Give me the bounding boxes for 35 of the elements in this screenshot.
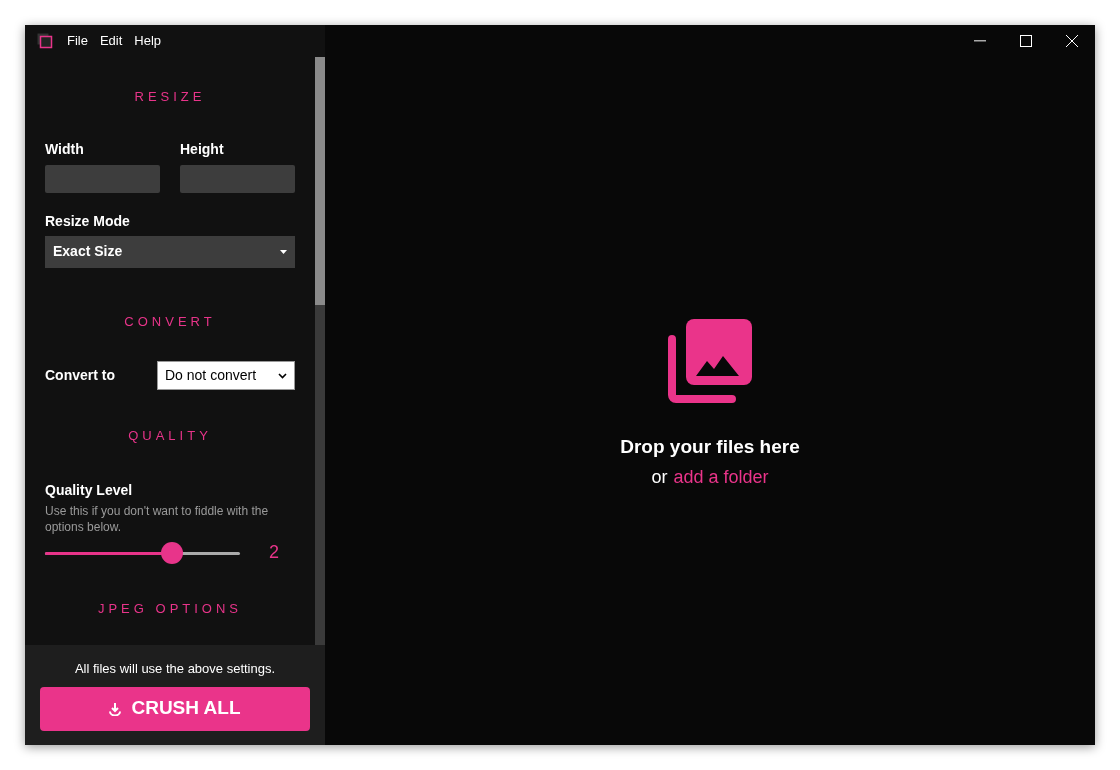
section-heading: CONVERT bbox=[123, 312, 217, 331]
field-label: Convert to bbox=[45, 366, 115, 385]
minimize-icon[interactable] bbox=[974, 40, 986, 42]
menu-item[interactable]: File bbox=[67, 31, 88, 51]
field-label: Height bbox=[180, 139, 225, 159]
slider-thumb[interactable] bbox=[160, 541, 183, 564]
quality-slider[interactable] bbox=[45, 541, 240, 564]
image-gallery-icon[interactable] bbox=[668, 319, 752, 403]
download-icon bbox=[109, 701, 122, 716]
section-heading: RESIZE bbox=[133, 88, 207, 106]
scrollbar[interactable] bbox=[315, 57, 325, 645]
field-label: Quality Level bbox=[45, 480, 134, 500]
add-folder-link[interactable]: add a folder bbox=[673, 463, 769, 491]
caret-icon bbox=[280, 249, 287, 254]
close-icon[interactable] bbox=[1066, 35, 1078, 47]
drop-title: Drop your files here bbox=[620, 435, 800, 459]
field-label: Width bbox=[45, 139, 85, 159]
resize-mode-dropdown[interactable]: Exact Size bbox=[45, 235, 295, 268]
crush-all-button[interactable]: CRUSH ALL bbox=[40, 686, 310, 731]
field-label: Resize Mode bbox=[45, 211, 131, 231]
chevron-down-icon bbox=[278, 372, 287, 379]
maximize-icon[interactable] bbox=[1020, 35, 1032, 47]
height-input[interactable] bbox=[180, 164, 295, 193]
slider-value: 2 bbox=[269, 541, 279, 564]
convert-select[interactable]: Do not convert bbox=[157, 361, 295, 390]
width-input[interactable] bbox=[45, 164, 160, 193]
drop-text: or bbox=[651, 465, 668, 489]
section-heading: JPEG OPTIONS bbox=[96, 599, 244, 618]
footer-note: All files will use the above settings. bbox=[74, 660, 276, 678]
hint-text: Use this if you don't want to fiddle with the options below. bbox=[45, 502, 270, 535]
dropdown-value: Exact Size bbox=[53, 242, 123, 261]
app-logo-icon bbox=[37, 33, 53, 49]
menu-item[interactable]: Edit bbox=[99, 31, 123, 51]
section-heading: QUALITY bbox=[127, 427, 213, 445]
menu-item[interactable]: Help bbox=[134, 31, 162, 51]
